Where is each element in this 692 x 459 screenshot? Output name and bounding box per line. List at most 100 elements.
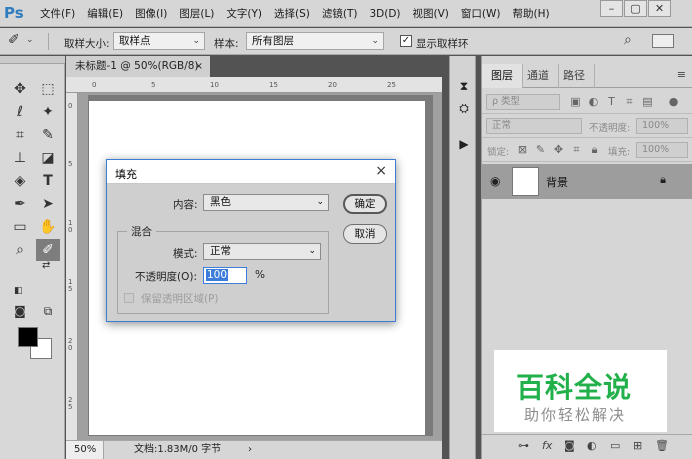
visibility-eye-icon[interactable]: ◉ [490, 174, 500, 188]
zoom-tool-icon[interactable]: ⌕ [8, 239, 32, 261]
lock-all-icon[interactable]: 🔒︎ [587, 142, 602, 158]
lock-fill-row: 锁定: ⊠ ✎ ✥ ⌗ 🔒︎ 填充: 100% [482, 139, 692, 162]
new-group-icon[interactable]: ▭ [610, 439, 620, 452]
eraser-tool-icon[interactable]: ◪ [36, 147, 60, 169]
layer-filter-row: ρ 类型 ▣ ◐ T ⌗ ▤ ● [482, 91, 692, 114]
foreground-color-swatch[interactable] [18, 327, 38, 347]
layer-row[interactable]: ◉ 背景 🔒︎ [482, 164, 692, 199]
watermark: 百科全说 助你轻松解决 [494, 350, 667, 432]
close-icon[interactable]: × [375, 163, 387, 179]
watermark-subtitle: 助你轻松解决 [524, 406, 627, 424]
lock-pixels-icon[interactable]: ✎ [533, 142, 548, 158]
document-tab[interactable]: 未标题-1 @ 50%(RGB/8) × [66, 56, 210, 77]
menu-3d[interactable]: 3D(D) [369, 8, 400, 20]
menu-view[interactable]: 视图(V) [413, 6, 449, 21]
filter-shape-icon[interactable]: ⌗ [622, 94, 637, 110]
rectangle-tool-icon[interactable]: ▭ [8, 216, 32, 238]
layer-name: 背景 [546, 176, 568, 189]
fill-field[interactable]: 100% [636, 142, 688, 158]
blend-mode-select[interactable]: 正常 [486, 118, 582, 134]
lock-position-icon[interactable]: ✥ [551, 142, 566, 158]
sample-select[interactable]: 所有图层 ⌄ [246, 32, 384, 50]
filter-toggle-icon[interactable]: ● [666, 94, 681, 110]
filter-smart-object-icon[interactable]: ▤ [640, 94, 655, 110]
eyedropper-tool-icon[interactable]: ✐ [36, 239, 60, 261]
brush-tool-icon[interactable]: ✎ [36, 124, 60, 146]
filter-adjustment-icon[interactable]: ◐ [586, 94, 601, 110]
stamp-tool-icon[interactable]: ⊥ [8, 147, 32, 169]
swap-colors-icon[interactable]: ⇄ [42, 260, 50, 271]
pen-tool-icon[interactable]: ✒ [8, 193, 32, 215]
tab-channels[interactable]: 通道 [518, 64, 559, 88]
history-panel-icon[interactable]: ⧗ [456, 78, 472, 94]
fill-label: 填充: [608, 147, 631, 158]
show-ring-checkbox[interactable]: ✓ [400, 35, 412, 47]
mode-select[interactable]: 正常 ⌄ [203, 243, 321, 260]
fill-value: 100% [642, 144, 670, 155]
magic-wand-tool-icon[interactable]: ✦ [36, 101, 60, 123]
workspace-icon[interactable] [652, 34, 674, 48]
chevron-down-icon[interactable]: ⌄ [26, 35, 34, 45]
close-tab-icon[interactable]: × [195, 56, 203, 77]
default-colors-icon[interactable]: ◧ [14, 286, 23, 296]
properties-panel-icon[interactable]: ⛭ [456, 100, 472, 116]
lasso-tool-icon[interactable]: ℓ [8, 101, 32, 123]
opacity-value: 100% [642, 120, 670, 131]
text-tool-icon[interactable]: T [36, 170, 60, 192]
status-menu-arrow[interactable]: › [248, 441, 252, 459]
ok-button[interactable]: 确定 [343, 194, 387, 214]
quick-mask-icon[interactable]: ◙ [8, 300, 32, 322]
ruler-tick: 15 [269, 81, 278, 89]
tab-layers[interactable]: 图层 [482, 64, 523, 88]
opacity-field[interactable]: 100% [636, 118, 688, 134]
eyedropper-crop-icon[interactable]: ⌗ [8, 124, 32, 146]
close-icon[interactable]: ✕ [648, 0, 671, 17]
opacity-input[interactable]: 100 [203, 267, 247, 284]
chevron-down-icon: ⌄ [371, 36, 379, 46]
delete-layer-icon[interactable]: 🗑︎ [655, 439, 669, 452]
path-select-tool-icon[interactable]: ➤ [36, 193, 60, 215]
divider [48, 33, 49, 50]
filter-type-icon[interactable]: T [604, 94, 619, 110]
menu-help[interactable]: 帮助(H) [513, 6, 550, 21]
search-icon[interactable]: ⌕ [624, 32, 632, 48]
move-tool-icon[interactable]: ✥ [8, 78, 32, 100]
menu-file[interactable]: 文件(F) [40, 6, 75, 21]
filter-pixel-icon[interactable]: ▣ [568, 94, 583, 110]
preserve-transparency-label: 保留透明区域(P) [141, 293, 219, 305]
zoom-level[interactable]: 50% [66, 441, 104, 459]
menu-window[interactable]: 窗口(W) [461, 6, 501, 21]
adjustment-layer-icon[interactable]: ◐ [587, 439, 597, 452]
dialog-title-bar: 填充 × [107, 160, 395, 184]
lock-artboard-icon[interactable]: ⌗ [569, 142, 584, 158]
paint-bucket-tool-icon[interactable]: ◈ [8, 170, 32, 192]
menu-layer[interactable]: 图层(L) [179, 6, 214, 21]
sample-size-label: 取样大小: [64, 38, 110, 50]
content-select[interactable]: 黑色 ⌄ [203, 194, 329, 211]
tab-paths[interactable]: 路径 [554, 64, 595, 88]
screen-mode-icon[interactable]: ⧉ [36, 300, 60, 322]
cancel-button[interactable]: 取消 [343, 224, 387, 244]
preserve-transparency-checkbox[interactable] [124, 293, 134, 303]
new-layer-icon[interactable]: ⊞ [633, 439, 642, 452]
restore-icon[interactable]: ▢ [624, 0, 647, 17]
sample-value: 所有图层 [252, 35, 294, 47]
menu-image[interactable]: 图像(I) [135, 6, 167, 21]
layer-style-icon[interactable]: fx [542, 439, 552, 452]
menu-select[interactable]: 选择(S) [274, 6, 310, 21]
minimize-icon[interactable]: – [600, 0, 623, 17]
link-layers-icon[interactable]: ⊶ [518, 439, 529, 452]
lock-transparent-icon[interactable]: ⊠ [515, 142, 530, 158]
marquee-tool-icon[interactable]: ⬚ [36, 78, 60, 100]
panel-menu-icon[interactable]: ≡ [677, 68, 686, 81]
add-mask-icon[interactable]: ◙ [564, 439, 575, 452]
menu-edit[interactable]: 编辑(E) [87, 6, 123, 21]
hand-tool-icon[interactable]: ✋ [36, 216, 60, 238]
menu-type[interactable]: 文字(Y) [226, 6, 262, 21]
menu-filter[interactable]: 滤镜(T) [322, 6, 358, 21]
layer-filter-select[interactable]: ρ 类型 [486, 94, 560, 110]
sample-size-select[interactable]: 取样点 ⌄ [113, 32, 205, 50]
actions-play-icon[interactable]: ▶ [456, 136, 472, 152]
ruler-tick: 2 0 [68, 337, 73, 352]
eyedropper-preset-icon[interactable]: ✐ [8, 32, 20, 48]
